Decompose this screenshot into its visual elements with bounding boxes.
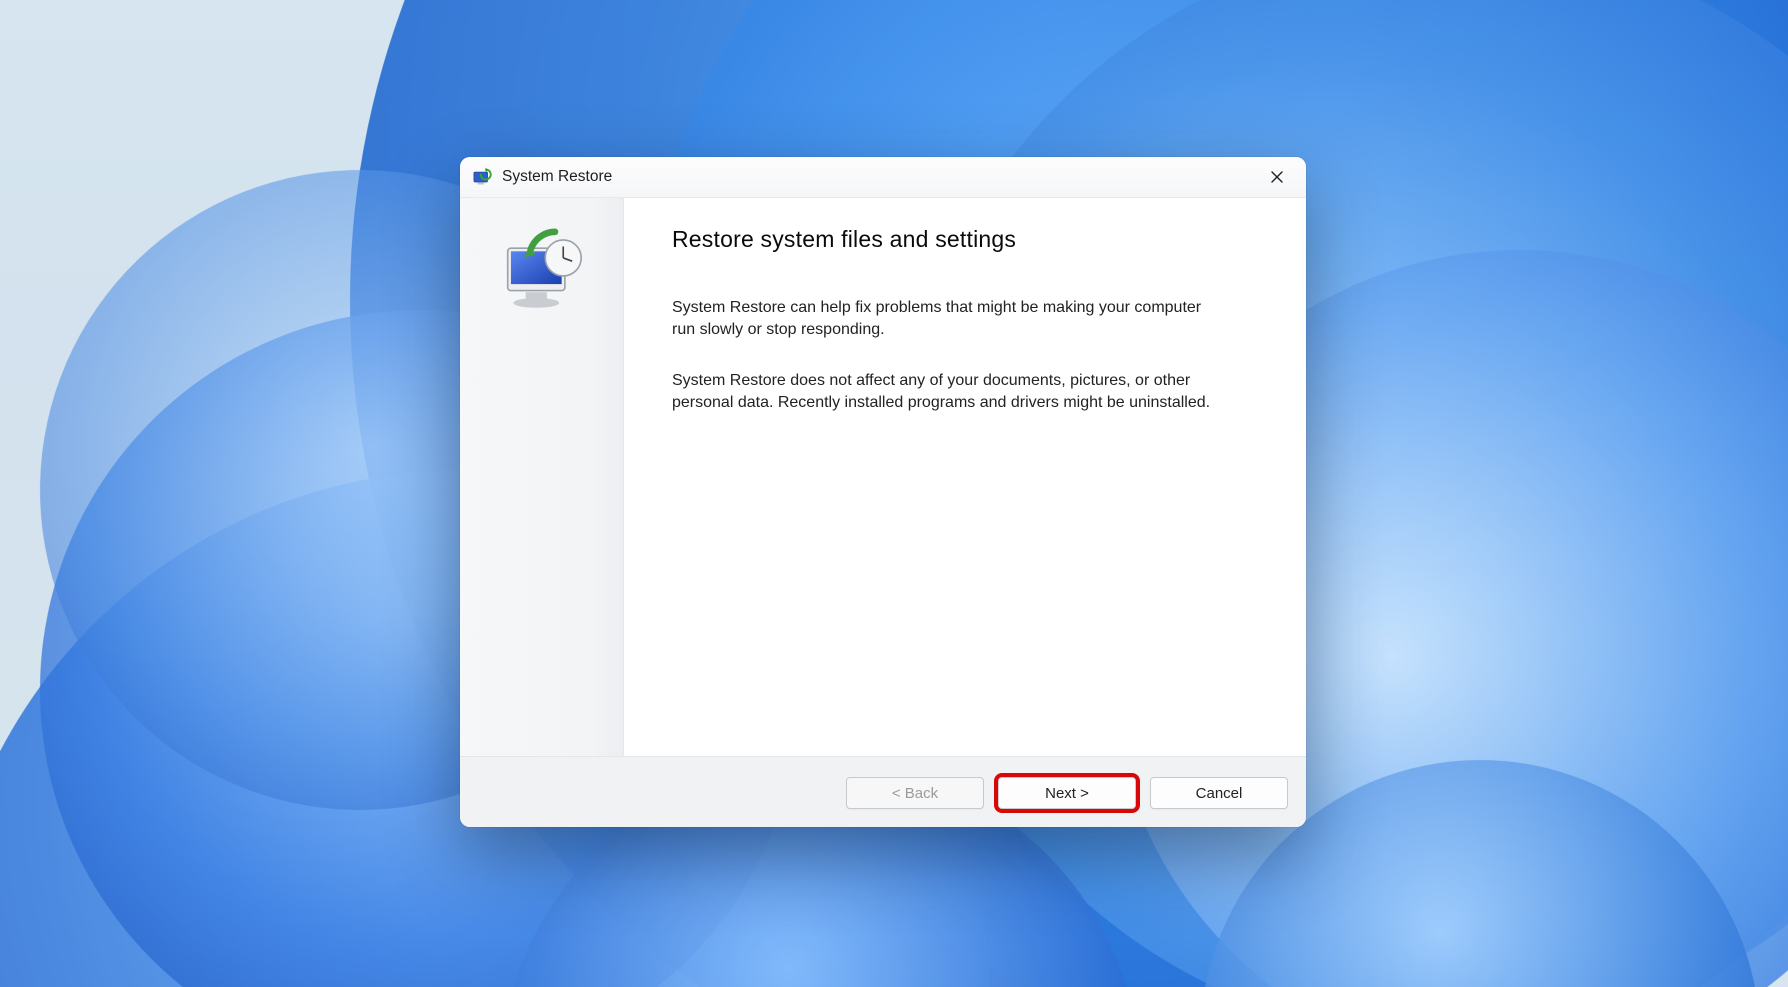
- titlebar[interactable]: System Restore: [460, 157, 1306, 198]
- wizard-footer: < Back Next > Cancel: [460, 757, 1306, 827]
- system-restore-icon: [472, 167, 492, 187]
- close-button[interactable]: [1254, 161, 1300, 193]
- wizard-body: Restore system files and settings System…: [460, 198, 1306, 757]
- system-restore-window: System Restore: [460, 157, 1306, 827]
- close-icon: [1271, 171, 1283, 183]
- page-paragraph-1: System Restore can help fix problems tha…: [672, 297, 1212, 340]
- wizard-content: Restore system files and settings System…: [624, 198, 1306, 756]
- wizard-illustration-icon: [493, 222, 591, 320]
- cancel-button[interactable]: Cancel: [1150, 777, 1288, 809]
- wizard-sidebar: [460, 198, 624, 756]
- back-button: < Back: [846, 777, 984, 809]
- next-button[interactable]: Next >: [998, 777, 1136, 809]
- page-paragraph-2: System Restore does not affect any of yo…: [672, 370, 1212, 413]
- page-heading: Restore system files and settings: [672, 226, 1250, 253]
- window-title: System Restore: [502, 168, 612, 186]
